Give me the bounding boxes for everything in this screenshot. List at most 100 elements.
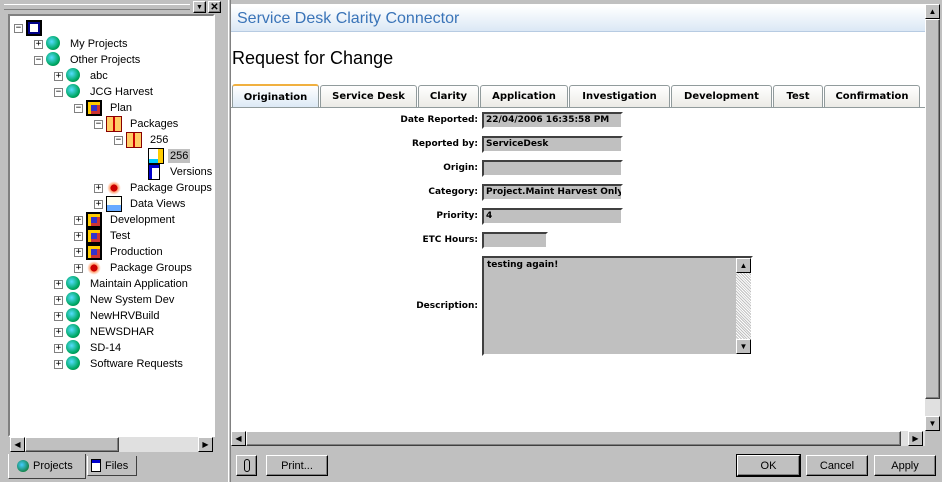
tree-item[interactable]: + Test — [10, 228, 213, 244]
tree-item[interactable]: + NewHRVBuild — [10, 308, 213, 324]
field-input[interactable]: 4 — [482, 208, 623, 225]
expand-icon[interactable]: + — [54, 360, 63, 369]
tab-files[interactable]: Files — [87, 456, 137, 476]
scroll-up-button[interactable]: ▲ — [925, 4, 940, 19]
scroll-thumb[interactable] — [925, 19, 940, 399]
collapse-icon[interactable]: − — [74, 104, 83, 113]
tree-item[interactable]: + Development — [10, 212, 213, 228]
field-label: Date Reported: — [400, 115, 478, 125]
print-button[interactable]: Print... — [266, 455, 328, 476]
tree-item[interactable]: − Packages — [10, 116, 213, 132]
expand-icon[interactable]: + — [54, 296, 63, 305]
tree-item[interactable]: + Package Groups — [10, 180, 213, 196]
expand-icon[interactable]: + — [34, 40, 43, 49]
panel-menu-button[interactable]: ▼ — [193, 1, 206, 13]
tree-item[interactable]: + Data Views — [10, 196, 213, 212]
tree-item[interactable]: Versions — [10, 164, 213, 180]
expand-icon[interactable]: + — [74, 216, 83, 225]
tree-item[interactable]: + SD-14 — [10, 340, 213, 356]
expand-icon[interactable]: + — [54, 312, 63, 321]
tree-item[interactable]: + Software Requests — [10, 356, 213, 372]
tab-development[interactable]: Development — [671, 85, 772, 107]
scroll-up-button[interactable]: ▲ — [736, 258, 751, 273]
tab-test[interactable]: Test — [773, 85, 823, 107]
collapse-icon[interactable]: − — [114, 136, 123, 145]
field-input[interactable]: ServiceDesk — [482, 136, 623, 153]
cube-icon — [86, 100, 102, 116]
collapse-icon[interactable]: − — [14, 24, 23, 33]
apply-button[interactable]: Apply — [874, 455, 936, 476]
scroll-down-button[interactable]: ▼ — [736, 339, 751, 354]
project-tree[interactable]: − + My Projects − Other Projects + abc − JCG Har… — [8, 14, 215, 437]
tree-item[interactable]: + My Projects — [10, 36, 213, 52]
package-icon — [106, 116, 122, 132]
tree-item[interactable]: + New System Dev — [10, 292, 213, 308]
expand-icon[interactable]: + — [74, 264, 83, 273]
package-icon — [126, 132, 142, 148]
tab-application[interactable]: Application — [480, 85, 568, 107]
tab-confirmation[interactable]: Confirmation — [824, 85, 920, 107]
expand-icon[interactable]: + — [94, 200, 103, 209]
expand-icon[interactable]: + — [54, 328, 63, 337]
expand-icon[interactable]: + — [54, 344, 63, 353]
tree-item-label: 256 — [168, 149, 191, 163]
tab-investigation[interactable]: Investigation — [569, 85, 670, 107]
scroll-right-button[interactable]: ▶ — [908, 431, 923, 446]
tree-item[interactable]: + abc — [10, 68, 213, 84]
tree-item-label: NEWSDHAR — [90, 326, 155, 338]
tree-item[interactable]: − 256 — [10, 132, 213, 148]
main-vscrollbar[interactable]: ▲ ▼ — [925, 4, 940, 431]
ok-button[interactable]: OK — [736, 454, 801, 477]
document-icon — [91, 459, 101, 472]
cancel-button[interactable]: Cancel — [806, 455, 868, 476]
data-view-icon — [106, 196, 122, 212]
cube-icon — [86, 228, 102, 244]
collapse-icon[interactable]: − — [34, 56, 43, 65]
tab-projects[interactable]: Projects — [8, 454, 86, 479]
tree-item-label: Plan — [110, 102, 133, 114]
scroll-right-button[interactable]: ▶ — [198, 437, 213, 452]
form-icon — [148, 148, 164, 164]
tree-item[interactable]: − — [10, 20, 213, 36]
attach-button[interactable] — [236, 455, 257, 476]
expand-icon[interactable]: + — [74, 248, 83, 257]
tree-item[interactable]: + Package Groups — [10, 260, 213, 276]
field-input[interactable] — [482, 160, 623, 177]
description-textarea[interactable]: testing again! ▲ ▼ — [482, 256, 753, 356]
main-hscrollbar[interactable]: ◀ ▶ — [231, 431, 925, 446]
expand-icon[interactable]: + — [54, 280, 63, 289]
tab-service-desk[interactable]: Service Desk — [320, 85, 417, 107]
tree-item[interactable]: − JCG Harvest — [10, 84, 213, 100]
expand-icon[interactable]: + — [54, 72, 63, 81]
globe-icon — [66, 276, 80, 290]
tree-item[interactable]: − Plan — [10, 100, 213, 116]
panel-grip[interactable] — [4, 4, 190, 10]
panel-close-button[interactable]: ✕ — [208, 1, 221, 13]
field-input[interactable]: 22/04/2006 16:35:58 PM — [482, 112, 623, 129]
collapse-icon[interactable]: − — [54, 88, 63, 97]
field-input[interactable] — [482, 232, 548, 249]
tab-clarity[interactable]: Clarity — [418, 85, 479, 107]
tree-item[interactable]: + Production — [10, 244, 213, 260]
tree-item[interactable]: 256 — [10, 148, 213, 164]
field-input[interactable]: Project.Maint Harvest Only — [482, 184, 623, 201]
expand-icon[interactable]: + — [74, 232, 83, 241]
scroll-left-button[interactable]: ◀ — [10, 437, 25, 452]
expand-icon[interactable]: + — [94, 184, 103, 193]
package-group-icon — [106, 180, 122, 196]
scroll-down-button[interactable]: ▼ — [925, 416, 940, 431]
tree-item-label: My Projects — [70, 38, 128, 50]
scroll-left-button[interactable]: ◀ — [231, 431, 246, 446]
description-vscrollbar[interactable]: ▲ ▼ — [736, 258, 751, 354]
tree-hscrollbar[interactable]: ◀ ▶ — [10, 437, 213, 452]
tree-item[interactable]: − Other Projects — [10, 52, 213, 68]
tree-item[interactable]: + NEWSDHAR — [10, 324, 213, 340]
collapse-icon[interactable]: − — [94, 120, 103, 129]
package-group-icon — [86, 260, 102, 276]
tree-item-label: Package Groups — [130, 182, 212, 194]
tree-item-label: Maintain Application — [90, 278, 188, 290]
tree-item[interactable]: + Maintain Application — [10, 276, 213, 292]
scroll-thumb[interactable] — [25, 437, 119, 452]
scroll-thumb[interactable] — [246, 431, 901, 446]
tab-origination[interactable]: Origination — [232, 84, 319, 108]
